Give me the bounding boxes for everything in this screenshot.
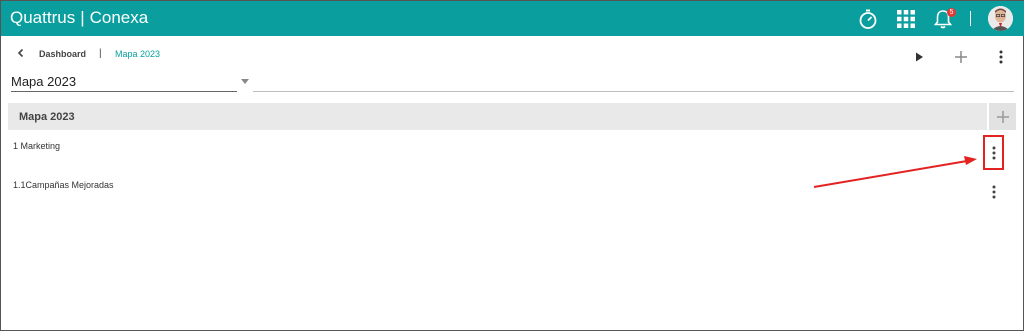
section-add-button[interactable] [989,103,1016,130]
add-button[interactable] [951,47,971,67]
apps-grid-icon[interactable] [893,1,919,36]
section-title: Mapa 2023 [19,111,75,123]
kebab-icon [999,50,1003,64]
brand-name: Quattrus [10,8,76,27]
brand-product: Conexa [89,8,149,27]
caret-down-icon [241,79,249,84]
chevron-left-icon[interactable] [15,46,27,60]
row-options-button[interactable] [984,181,1004,203]
map-select[interactable]: Mapa 2023 [11,73,253,92]
user-avatar[interactable] [988,6,1013,31]
list-item[interactable]: 1 Marketing [13,141,60,151]
app-frame: Quattrus | Conexa 5 Dashboard | Mapa 202… [0,0,1024,331]
divider-line [253,91,1014,92]
app-brand[interactable]: Quattrus | Conexa [10,8,148,28]
top-bar: Quattrus | Conexa 5 [1,1,1024,36]
breadcrumb-current: Mapa 2023 [115,49,161,59]
annotation-highlight-box [983,135,1004,170]
list-item[interactable]: 1.1Campañas Mejoradas [13,180,114,190]
plus-icon [955,51,967,63]
stopwatch-icon[interactable] [855,1,881,36]
map-select-underline [11,91,237,92]
breadcrumb-separator: | [99,48,102,59]
play-icon [916,52,923,62]
more-options-button[interactable] [991,47,1011,67]
brand-separator: | [80,8,85,27]
kebab-icon [992,185,996,199]
bell-icon[interactable] [930,1,956,36]
section-header: Mapa 2023 [8,103,987,130]
plus-icon [996,110,1009,123]
notification-badge: 5 [947,8,956,17]
breadcrumb-dashboard[interactable]: Dashboard [39,49,86,59]
map-select-value: Mapa 2023 [11,74,77,89]
topbar-divider [970,11,971,26]
play-button[interactable] [909,47,929,67]
